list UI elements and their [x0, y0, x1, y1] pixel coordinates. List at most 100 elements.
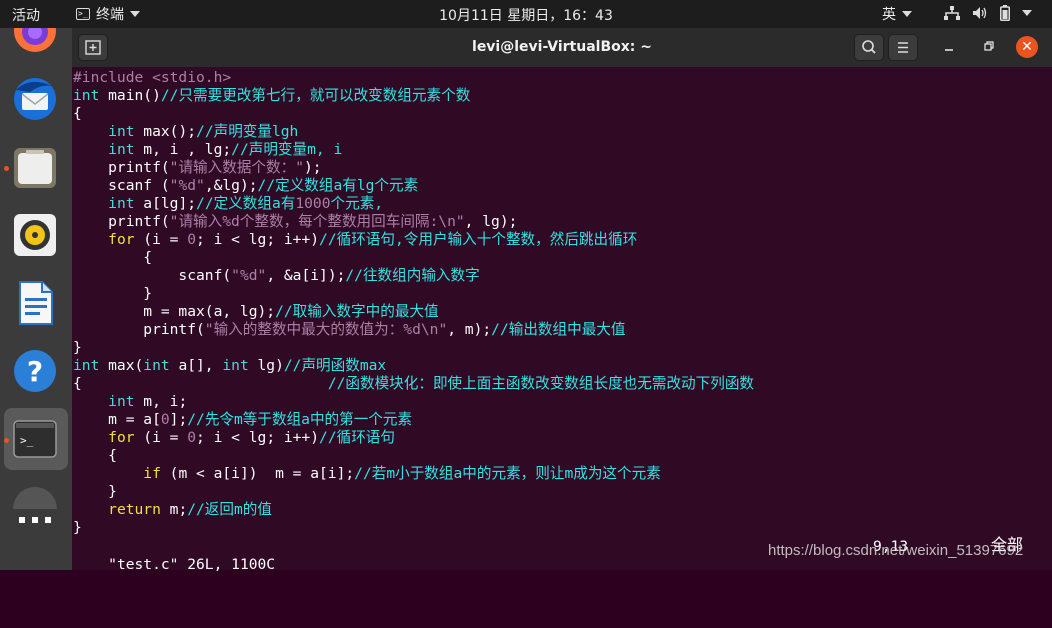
- code-token: m, i , lg;: [134, 141, 232, 158]
- title-bar[interactable]: levi@levi-VirtualBox: ~ ✕: [72, 28, 1052, 67]
- code-token: 1000: [295, 195, 331, 212]
- code-token: int: [108, 393, 135, 410]
- code-token: }: [73, 285, 153, 302]
- code-token: //取输入数字中的最大值: [275, 303, 439, 320]
- editor-buffer[interactable]: #include <stdio.h> int main()//只需要更改第七行，就…: [73, 69, 1048, 537]
- code-line: m = a[0];//先令m等于数组a中的第一个元素: [73, 411, 1048, 429]
- code-line: int main()//只需要更改第七行，就可以改变数组元素个数: [73, 87, 1048, 105]
- input-method-label: 英: [882, 7, 896, 23]
- code-token: {: [73, 447, 117, 464]
- app-menu[interactable]: >_ 终端: [76, 4, 140, 24]
- maximize-button[interactable]: [977, 36, 999, 58]
- code-line: int max();//声明变量lgh: [73, 123, 1048, 141]
- code-token: (i =: [134, 429, 188, 446]
- code-line: printf("请输入数据个数：");: [73, 159, 1048, 177]
- code-token: m = a[: [73, 411, 161, 428]
- code-token: int: [108, 141, 135, 158]
- code-token: ,&lg);: [204, 177, 258, 194]
- code-line: }: [73, 519, 1048, 537]
- code-line: int max(int a[], int lg)//声明函数max: [73, 357, 1048, 375]
- code-token: ];: [169, 411, 188, 428]
- svg-text:?: ?: [27, 355, 43, 388]
- code-token: int: [73, 357, 100, 374]
- activities-button[interactable]: 活动: [12, 5, 40, 25]
- code-line: m = max(a, lg);//取输入数字中的最大值: [73, 303, 1048, 321]
- code-line: {: [73, 105, 1048, 123]
- rhythmbox-icon[interactable]: [12, 212, 58, 258]
- app-menu-label: 终端: [96, 7, 124, 23]
- code-line: if (m < a[i]) m = a[i];//若m小于数组a中的元素，则让m…: [73, 465, 1048, 483]
- dock: ? >_: [0, 28, 72, 570]
- code-token: //往数组内输入数字: [345, 267, 480, 284]
- chevron-down-icon: [130, 11, 140, 17]
- code-token: , lg);: [464, 213, 518, 230]
- code-token: //声明变量m, i: [231, 141, 343, 158]
- code-token: int: [73, 87, 100, 104]
- code-line: printf("输入的整数中最大的数值为：%d\n", m);//输出数组中最大…: [73, 321, 1048, 339]
- show-applications-icon[interactable]: [12, 484, 58, 530]
- restore-icon: [984, 41, 994, 51]
- chevron-down-icon: [1022, 10, 1032, 16]
- terminal-window: levi@levi-VirtualBox: ~ ✕ #include <stdi…: [72, 28, 1052, 573]
- menu-button[interactable]: [888, 34, 918, 61]
- code-token: //声明变量lgh: [196, 123, 299, 140]
- code-line: int m, i;: [73, 393, 1048, 411]
- code-token: ; i < lg; i++): [196, 429, 320, 446]
- code-line: for (i = 0; i < lg; i++)//循环语句,令用户输入十个整数…: [73, 231, 1048, 249]
- search-icon: [862, 40, 876, 54]
- code-line: #include <stdio.h>: [73, 69, 1048, 87]
- firefox-icon[interactable]: [12, 28, 58, 54]
- volume-icon: [973, 7, 987, 19]
- files-icon[interactable]: [12, 144, 58, 190]
- code-token: m;: [160, 501, 188, 518]
- status-file-info: "test.c" 26L, 1100C: [108, 556, 276, 573]
- help-icon[interactable]: ?: [12, 348, 58, 394]
- code-token: scanf (: [73, 177, 170, 194]
- code-token: "请输入%d个整数，每个整数用回车间隔:\n": [169, 213, 465, 230]
- code-token: for: [108, 231, 135, 248]
- code-token: int: [222, 357, 249, 374]
- code-token: m = max(a, lg);: [73, 303, 276, 320]
- code-token: 0: [160, 411, 170, 428]
- code-token: //若m小于数组a中的元素，则让m成为这个元素: [354, 465, 661, 482]
- input-method-menu[interactable]: 英: [882, 4, 912, 24]
- code-line: int m, i , lg;//声明变量m, i: [73, 141, 1048, 159]
- minimize-button[interactable]: [938, 36, 960, 58]
- code-token: m, i;: [134, 393, 188, 410]
- libreoffice-writer-icon[interactable]: [12, 280, 58, 326]
- code-line: printf("请输入%d个整数，每个整数用回车间隔:\n", lg);: [73, 213, 1048, 231]
- close-button[interactable]: ✕: [1016, 36, 1038, 58]
- code-token: printf(: [73, 159, 170, 176]
- code-token: ; i < lg; i++): [196, 231, 320, 248]
- code-token: {: [73, 249, 153, 266]
- code-token: //函数模块化：即使上面主函数改变数组长度也无需改动下列函数: [327, 375, 755, 392]
- code-token: , m);: [447, 321, 492, 338]
- code-token: //输出数组中最大值: [491, 321, 626, 338]
- code-token: //声明函数max: [283, 357, 387, 374]
- code-token: #include <stdio.h>: [73, 69, 232, 86]
- terminal-icon[interactable]: >_: [12, 416, 58, 462]
- code-token: max();: [134, 123, 197, 140]
- code-token: {: [73, 105, 82, 122]
- code-token: //返回m的值: [187, 501, 272, 518]
- code-token: //定义数组a有: [196, 195, 296, 212]
- code-token: //循环语句,令用户输入十个整数，然后跳出循环: [319, 231, 638, 248]
- code-token: }: [73, 339, 82, 356]
- code-token: }: [73, 483, 117, 500]
- code-token: //只需要更改第七行，就可以改变数组元素个数: [160, 87, 471, 104]
- system-menu[interactable]: [944, 5, 1032, 21]
- code-token: a[],: [169, 357, 223, 374]
- code-token: a[lg];: [134, 195, 197, 212]
- search-button[interactable]: [854, 34, 884, 61]
- code-token: 0: [187, 429, 197, 446]
- thunderbird-icon[interactable]: [12, 76, 58, 122]
- code-token: //循环语句: [319, 429, 395, 446]
- code-token: 个元素,: [330, 195, 384, 212]
- code-token: main(): [99, 87, 161, 104]
- chevron-down-icon: [902, 11, 912, 17]
